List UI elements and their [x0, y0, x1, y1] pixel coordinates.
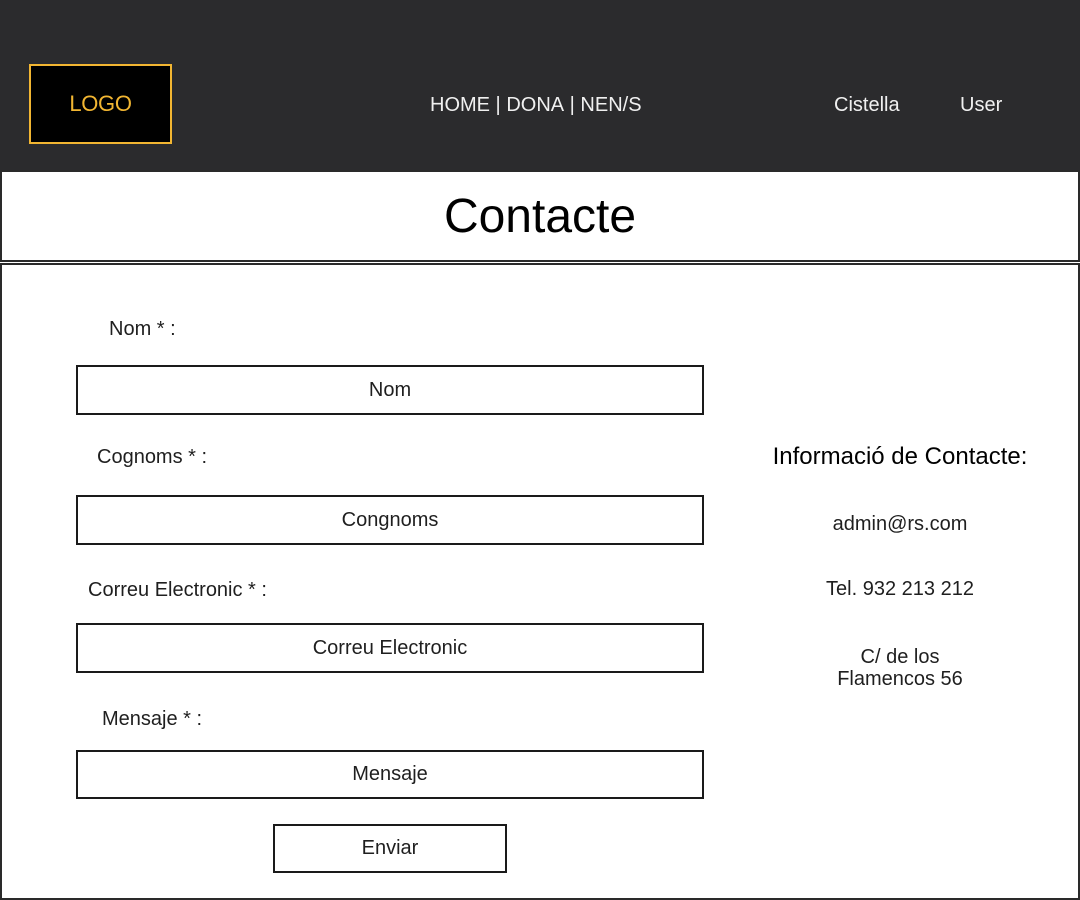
contact-email: admin@rs.com — [832, 513, 968, 535]
message-input[interactable]: Mensaje — [76, 750, 704, 799]
email-input[interactable]: Correu Electronic — [76, 623, 704, 673]
message-label: Mensaje * : — [102, 708, 203, 730]
submit-button[interactable]: Enviar — [273, 824, 507, 873]
site-header: LOGO HOME | DONA | NEN/S Cistella User — [0, 0, 1080, 170]
nav-item-dona[interactable]: DONA — [506, 93, 564, 117]
main-nav: HOME | DONA | NEN/S — [430, 93, 642, 117]
nav-separator: | — [490, 94, 507, 116]
page-title: Contacte — [443, 189, 637, 243]
nav-separator: | — [564, 94, 581, 116]
page-title-bar: Contacte — [0, 170, 1080, 262]
contact-address-line2: Flamencos 56 — [837, 668, 963, 690]
surname-input[interactable]: Congnoms — [76, 495, 704, 545]
name-input[interactable]: Nom — [76, 365, 704, 415]
nav-item-nens[interactable]: NEN/S — [580, 93, 641, 117]
contact-address-line1: C/ de los — [860, 646, 940, 668]
name-label: Nom * : — [109, 318, 176, 340]
cart-link[interactable]: Cistella — [834, 93, 900, 117]
surname-label: Cognoms * : — [97, 446, 208, 468]
contact-info-title: Informació de Contacte: — [772, 443, 1028, 470]
logo[interactable]: LOGO — [29, 64, 172, 144]
nav-item-home[interactable]: HOME — [430, 93, 490, 117]
user-link[interactable]: User — [960, 93, 1002, 117]
contact-phone: Tel. 932 213 212 — [826, 578, 974, 600]
email-label: Correu Electronic * : — [88, 579, 267, 601]
